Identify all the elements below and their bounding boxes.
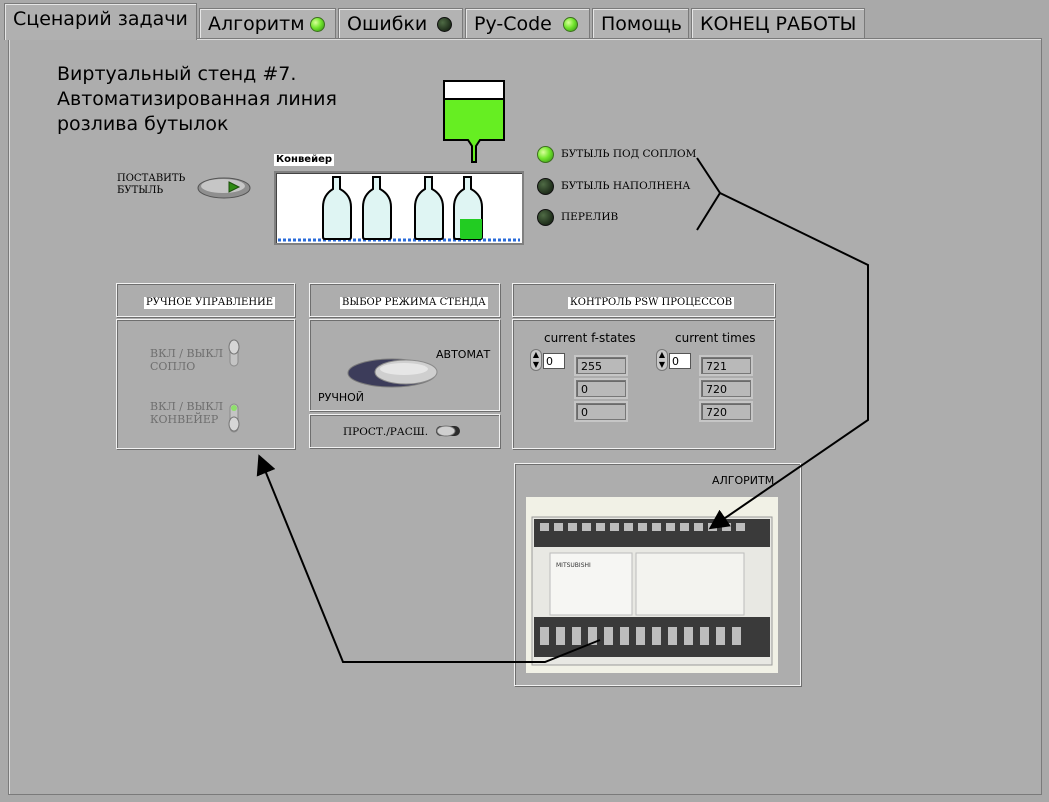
bottle-filling-icon xyxy=(453,176,483,240)
fstates-index-spinner[interactable]: ▲ ▼ xyxy=(530,349,542,371)
fstates-label: current f-states xyxy=(544,331,636,345)
status-led xyxy=(437,17,452,32)
times-index-input[interactable]: 0 xyxy=(669,353,691,369)
title-line: розлива бутылок xyxy=(57,113,229,135)
plc-controller-icon: MITSUBISHI xyxy=(531,516,773,666)
nozzle-toggle[interactable] xyxy=(225,338,245,372)
algorithm-label: АЛГОРИТМ xyxy=(712,474,775,487)
conveyor-toggle[interactable] xyxy=(225,400,245,436)
tab-label: Ошибки xyxy=(347,13,428,35)
bottle-icon xyxy=(362,176,392,240)
bottles-view xyxy=(278,176,520,242)
fstates-index-input[interactable]: 0 xyxy=(543,353,565,369)
put-bottle-label: ПОСТАВИТЬ БУТЫЛЬ xyxy=(117,173,185,197)
time-value: 720 xyxy=(701,380,751,397)
manual-header: РУЧНОЕ УПРАВЛЕНИЕ xyxy=(144,297,276,309)
indicator-label: ПЕРЕЛИВ xyxy=(561,211,619,223)
manual-control-frame xyxy=(116,319,295,449)
tab-help[interactable]: Помощь xyxy=(592,8,689,38)
conveyor-label: Конвейер xyxy=(274,154,335,166)
time-value: 721 xyxy=(701,357,751,374)
fill-tank-icon xyxy=(443,80,505,163)
tab-bar: Сценарий задачи Алгоритм Ошибки Py-Code … xyxy=(0,0,1049,40)
bottle-icon xyxy=(414,176,444,240)
label-line: СОПЛО xyxy=(150,360,196,373)
tab-exit[interactable]: КОНЕЦ РАБОТЫ xyxy=(691,8,865,38)
label-line: БУТЫЛЬ xyxy=(117,185,164,196)
put-bottle-button[interactable] xyxy=(196,176,252,200)
label-line: КОНВЕЙЕР xyxy=(150,413,219,426)
tab-pycode[interactable]: Py-Code xyxy=(465,8,590,38)
tab-algorithm[interactable]: Алгоритм xyxy=(199,8,336,38)
mode-header: ВЫБОР РЕЖИМА СТЕНДА xyxy=(340,297,488,309)
times-label: current times xyxy=(675,331,756,345)
plc-image[interactable]: MITSUBISHI xyxy=(526,497,778,673)
mode-auto-label: АВТОМАТ xyxy=(436,348,491,361)
status-led xyxy=(563,17,578,32)
tab-errors[interactable]: Ошибки xyxy=(338,8,463,38)
tab-label: Сценарий задачи xyxy=(13,8,188,30)
time-value: 720 xyxy=(701,403,751,420)
tab-label: Py-Code xyxy=(474,13,552,35)
indicator-label: БУТЫЛЬ НАПОЛНЕНА xyxy=(561,180,691,192)
mode-manual-label: РУЧНОЙ xyxy=(318,391,365,404)
status-led xyxy=(310,17,325,32)
page-title: Виртуальный стенд #7. Автоматизированная… xyxy=(57,62,337,137)
simple-extended-toggle[interactable] xyxy=(434,421,464,441)
mode-slide-switch[interactable] xyxy=(346,356,440,390)
times-index-spinner[interactable]: ▲ ▼ xyxy=(656,349,668,371)
conveyor-display xyxy=(274,171,524,245)
fstate-value: 0 xyxy=(576,403,626,420)
tab-label: Алгоритм xyxy=(208,13,305,35)
title-line: Автоматизированная линия xyxy=(57,88,337,110)
status-led xyxy=(537,146,554,163)
fstate-value: 0 xyxy=(576,380,626,397)
fstate-value: 255 xyxy=(576,357,626,374)
bottle-icon xyxy=(322,176,352,240)
psw-header: КОНТРОЛЬ PSW ПРОЦЕССОВ xyxy=(568,297,735,309)
tab-scenario[interactable]: Сценарий задачи xyxy=(4,3,197,40)
tab-label: КОНЕЦ РАБОТЫ xyxy=(700,13,857,35)
nozzle-toggle-label: ВКЛ / ВЫКЛ СОПЛО xyxy=(150,347,223,373)
title-line: Виртуальный стенд #7. xyxy=(57,63,297,85)
indicator-label: БУТЫЛЬ ПОД СОПЛОМ xyxy=(561,148,697,160)
label-line: ВКЛ / ВЫКЛ xyxy=(150,347,224,360)
label-line: ПОСТАВИТЬ xyxy=(117,173,186,184)
conveyor-toggle-label: ВКЛ / ВЫКЛ КОНВЕЙЕР xyxy=(150,400,223,426)
simple-extended-label: ПРОСТ./РАСШ. xyxy=(343,426,429,438)
status-led xyxy=(537,178,554,195)
tab-label: Помощь xyxy=(601,13,682,35)
status-led xyxy=(537,209,554,226)
plc-brand-text: MITSUBISHI xyxy=(556,562,591,569)
label-line: ВКЛ / ВЫКЛ xyxy=(150,400,224,413)
